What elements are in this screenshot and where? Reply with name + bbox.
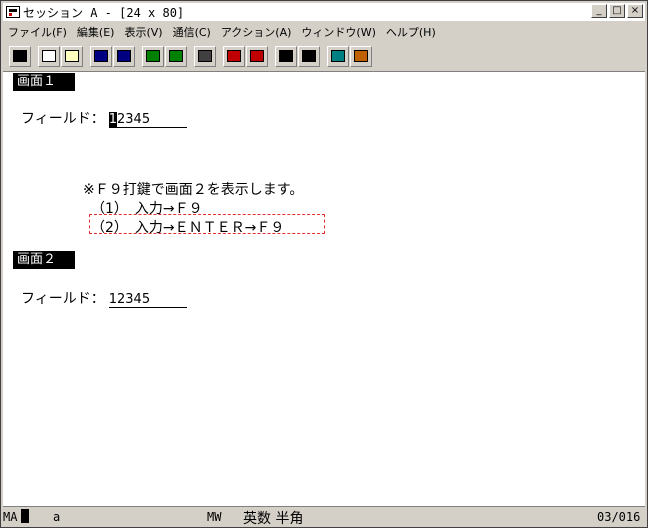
window-controls: _ □ × bbox=[591, 4, 643, 18]
play-macro-icon bbox=[279, 50, 293, 62]
screen2-field-input[interactable]: 12345 bbox=[108, 292, 187, 308]
screen1-field-input[interactable]: 12345 bbox=[108, 112, 187, 128]
screen2-label: 画面２ bbox=[13, 251, 75, 269]
minimize-button[interactable]: _ bbox=[591, 4, 607, 18]
screen1-label: 画面１ bbox=[13, 73, 75, 91]
paste-button[interactable] bbox=[61, 45, 83, 67]
keypad-icon bbox=[198, 50, 212, 62]
maximize-button[interactable]: □ bbox=[609, 4, 625, 18]
stop-macro-button[interactable] bbox=[246, 45, 268, 67]
connect-button[interactable] bbox=[327, 45, 349, 67]
print-screen-button[interactable] bbox=[9, 45, 31, 67]
play-macro-button[interactable] bbox=[275, 45, 297, 67]
record-macro-icon bbox=[227, 50, 241, 62]
app-icon[interactable] bbox=[6, 6, 20, 18]
status-position: 03/016 bbox=[597, 510, 641, 524]
menu-action[interactable]: アクション(A) bbox=[216, 24, 297, 40]
menu-view[interactable]: 表示(V) bbox=[119, 24, 167, 40]
stop-playback-icon bbox=[302, 50, 316, 62]
stop-macro-icon bbox=[250, 50, 264, 62]
keypad-button[interactable] bbox=[194, 45, 216, 67]
menu-edit[interactable]: 編集(E) bbox=[72, 24, 120, 40]
screen1-field-text: 2345 bbox=[117, 112, 151, 127]
connect-icon bbox=[331, 50, 345, 62]
receive-file-button[interactable] bbox=[113, 45, 135, 67]
menu-file[interactable]: ファイル(F) bbox=[3, 24, 72, 40]
status-cursor-block bbox=[21, 509, 29, 523]
toolbar bbox=[3, 43, 645, 69]
status-mode: MA bbox=[3, 510, 18, 524]
instruction-heading: ※Ｆ９打鍵で画面２を表示します。 bbox=[83, 182, 304, 198]
screen1-field-label: フィールド： bbox=[21, 111, 105, 127]
status-divider bbox=[3, 506, 645, 507]
display-setup-button[interactable] bbox=[142, 45, 164, 67]
menu-help[interactable]: ヘルプ(H) bbox=[381, 24, 441, 40]
title-bar[interactable]: セッション A - [24 x 80] _ □ × bbox=[3, 3, 645, 21]
window-title: セッション A - [24 x 80] bbox=[23, 5, 185, 20]
menu-window[interactable]: ウィンドウ(W) bbox=[296, 24, 380, 40]
screen2-field-row: フィールド： 12345 bbox=[21, 288, 187, 308]
highlight-box bbox=[89, 214, 325, 234]
status-bar: MA a MW 英数 半角 03/016 bbox=[3, 506, 645, 527]
menu-communication[interactable]: 通信(C) bbox=[168, 24, 216, 40]
display-setup-icon bbox=[146, 50, 160, 62]
disconnect-icon bbox=[354, 50, 368, 62]
terminal-window: セッション A - [24 x 80] _ □ × ファイル(F) 編集(E) … bbox=[0, 0, 648, 528]
print-screen-icon bbox=[13, 50, 27, 62]
terminal-screen[interactable]: 画面１ フィールド： 12345 ※Ｆ９打鍵で画面２を表示します。 （1） 入力… bbox=[3, 71, 645, 506]
stop-playback-button[interactable] bbox=[298, 45, 320, 67]
disconnect-button[interactable] bbox=[350, 45, 372, 67]
record-macro-button[interactable] bbox=[223, 45, 245, 67]
keyboard-setup-button[interactable] bbox=[165, 45, 187, 67]
send-file-icon bbox=[94, 50, 108, 62]
keyboard-setup-icon bbox=[169, 50, 183, 62]
copy-button[interactable] bbox=[38, 45, 60, 67]
text-cursor: 1 bbox=[108, 112, 118, 127]
status-session: a bbox=[53, 510, 61, 524]
receive-file-icon bbox=[117, 50, 131, 62]
status-indicator: MW bbox=[207, 510, 222, 524]
menu-bar: ファイル(F) 編集(E) 表示(V) 通信(C) アクション(A) ウィンドウ… bbox=[3, 22, 645, 41]
close-button[interactable]: × bbox=[627, 4, 643, 18]
screen2-field-label: フィールド： bbox=[21, 291, 105, 307]
copy-icon bbox=[42, 50, 56, 62]
status-input-mode: 英数 半角 bbox=[243, 511, 304, 527]
screen1-field-row: フィールド： 12345 bbox=[21, 108, 187, 128]
paste-icon bbox=[65, 50, 79, 62]
send-file-button[interactable] bbox=[90, 45, 112, 67]
